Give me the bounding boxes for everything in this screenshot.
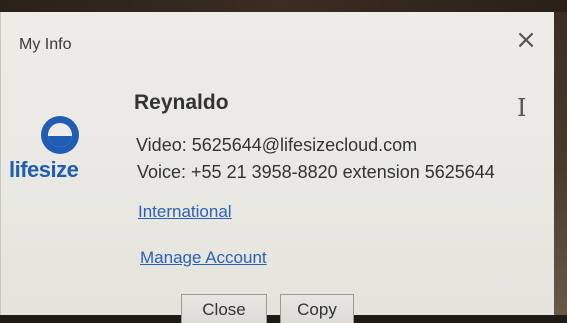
logo-wordmark: lifesize (9, 157, 79, 182)
lifesize-logo-icon (41, 116, 79, 154)
text-cursor-icon: I (517, 94, 527, 122)
voice-number: Voice: +55 21 3958-8820 extension 562564… (137, 162, 495, 182)
my-info-dialog: My Info × I lifesize Reynaldo Video: 562… (0, 12, 554, 323)
close-icon[interactable]: × (512, 26, 540, 54)
copy-button[interactable]: Copy (280, 294, 354, 323)
dialog-title: My Info (19, 36, 72, 53)
user-name: Reynaldo (134, 91, 229, 114)
lifesize-logo: lifesize (9, 112, 113, 192)
close-button[interactable]: Close (181, 294, 267, 323)
manage-account-link[interactable]: Manage Account (140, 248, 267, 268)
video-address: Video: 5625644@lifesizecloud.com (136, 135, 418, 155)
photo-background-top (0, 0, 567, 12)
international-link[interactable]: International (138, 202, 232, 222)
photo-background-right (553, 12, 567, 323)
